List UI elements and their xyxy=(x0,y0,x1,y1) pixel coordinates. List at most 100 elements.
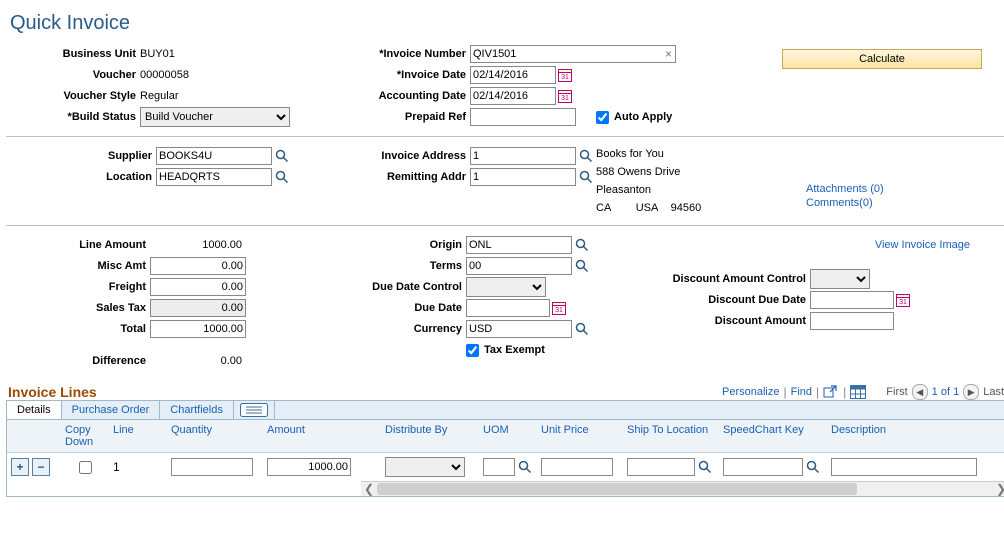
calculate-button[interactable]: Calculate xyxy=(782,49,982,69)
lookup-icon[interactable] xyxy=(579,149,593,163)
comments-link[interactable]: Comments(0) xyxy=(806,197,873,209)
build-status-select[interactable]: Build Voucher xyxy=(140,107,290,127)
attachments-link[interactable]: Attachments (0) xyxy=(806,183,884,195)
discount-due-date-input[interactable] xyxy=(810,291,894,309)
lookup-icon[interactable] xyxy=(275,149,289,163)
horizontal-scrollbar[interactable]: ❮ ❯ xyxy=(361,481,1004,496)
discount-amount-control-select[interactable] xyxy=(810,269,870,289)
speedchart-input[interactable] xyxy=(723,458,803,476)
zoom-icon[interactable] xyxy=(823,385,839,399)
lookup-icon[interactable] xyxy=(518,460,532,474)
lookup-icon[interactable] xyxy=(275,170,289,184)
addr-postal: 94560 xyxy=(671,202,702,214)
col-description[interactable]: Description xyxy=(827,420,1004,452)
tab-show-all-icon[interactable] xyxy=(234,401,275,419)
terms-input[interactable] xyxy=(466,257,572,275)
row-counter: 1 of 1 xyxy=(932,386,960,398)
personalize-link[interactable]: Personalize xyxy=(722,386,779,398)
remitting-addr-input[interactable] xyxy=(470,168,576,186)
prev-button[interactable]: ◀ xyxy=(912,384,928,400)
col-copy-down[interactable]: Copy Down xyxy=(61,420,109,452)
addr-state: CA xyxy=(596,202,611,214)
invoice-address-input[interactable] xyxy=(470,147,576,165)
addr-country: USA xyxy=(636,202,659,214)
scroll-left-button[interactable]: ❮ xyxy=(361,482,377,496)
col-unit-price[interactable]: Unit Price xyxy=(537,420,623,452)
currency-input[interactable] xyxy=(466,320,572,338)
auto-apply-checkbox[interactable] xyxy=(596,111,609,124)
due-date-label: Due Date xyxy=(286,302,466,314)
business-unit-value: BUY01 xyxy=(140,48,175,60)
difference-label: Difference xyxy=(6,355,150,367)
view-invoice-image-link[interactable]: View Invoice Image xyxy=(875,239,970,251)
invoice-lines-title: Invoice Lines xyxy=(8,384,97,400)
due-date-control-select[interactable] xyxy=(466,277,546,297)
discount-amount-control-label: Discount Amount Control xyxy=(626,273,810,285)
discount-amount-input[interactable] xyxy=(810,312,894,330)
grid-download-icon[interactable] xyxy=(850,385,866,399)
col-uom[interactable]: UOM xyxy=(479,420,537,452)
misc-amt-input[interactable] xyxy=(150,257,246,275)
invoice-number-input[interactable] xyxy=(470,45,676,63)
lookup-icon[interactable] xyxy=(575,238,589,252)
add-row-button[interactable]: + xyxy=(11,458,29,476)
col-line[interactable]: Line xyxy=(109,420,167,452)
tab-purchase-order[interactable]: Purchase Order xyxy=(62,401,161,419)
addr-line1: 588 Owens Drive xyxy=(596,163,806,181)
origin-input[interactable] xyxy=(466,236,572,254)
unit-price-input[interactable] xyxy=(541,458,613,476)
invoice-date-input[interactable] xyxy=(470,66,556,84)
sales-tax-label: Sales Tax xyxy=(6,302,150,314)
freight-label: Freight xyxy=(6,281,150,293)
calendar-icon[interactable] xyxy=(552,301,566,315)
col-quantity[interactable]: Quantity xyxy=(167,420,263,452)
uom-input[interactable] xyxy=(483,458,515,476)
next-button[interactable]: ▶ xyxy=(963,384,979,400)
last-label: Last xyxy=(983,386,1004,398)
sales-tax-input xyxy=(150,299,246,317)
description-input[interactable] xyxy=(831,458,977,476)
addr-name: Books for You xyxy=(596,145,806,163)
calendar-icon[interactable] xyxy=(558,68,572,82)
lookup-icon[interactable] xyxy=(698,460,712,474)
due-date-control-label: Due Date Control xyxy=(286,281,466,293)
quantity-input[interactable] xyxy=(171,458,253,476)
lookup-icon[interactable] xyxy=(579,170,593,184)
line-amount-value: 1000.00 xyxy=(150,239,242,251)
calendar-icon[interactable] xyxy=(896,293,910,307)
due-date-input[interactable] xyxy=(466,299,550,317)
freight-input[interactable] xyxy=(150,278,246,296)
origin-label: Origin xyxy=(286,239,466,251)
calendar-icon[interactable] xyxy=(558,89,572,103)
discount-amount-label: Discount Amount xyxy=(626,315,810,327)
accounting-date-input[interactable] xyxy=(470,87,556,105)
ship-to-input[interactable] xyxy=(627,458,695,476)
copy-down-checkbox[interactable] xyxy=(79,461,92,474)
accounting-date-label: Accounting Date xyxy=(366,90,470,102)
col-ship-to[interactable]: Ship To Location xyxy=(623,420,719,452)
col-speedchart[interactable]: SpeedChart Key xyxy=(719,420,827,452)
col-distribute-by[interactable]: Distribute By xyxy=(381,420,479,452)
prepaid-ref-input[interactable] xyxy=(470,108,576,126)
lookup-icon[interactable] xyxy=(575,259,589,273)
clear-icon[interactable]: × xyxy=(665,47,672,61)
scroll-thumb[interactable] xyxy=(377,483,857,495)
voucher-style-value: Regular xyxy=(140,90,179,102)
lookup-icon[interactable] xyxy=(806,460,820,474)
lookup-icon[interactable] xyxy=(575,322,589,336)
col-amount[interactable]: Amount xyxy=(263,420,381,452)
difference-value: 0.00 xyxy=(150,355,242,367)
amount-input[interactable] xyxy=(267,458,351,476)
find-link[interactable]: Find xyxy=(791,386,812,398)
distribute-by-select[interactable] xyxy=(385,457,465,477)
supplier-input[interactable] xyxy=(156,147,272,165)
total-input[interactable] xyxy=(150,320,246,338)
scroll-right-button[interactable]: ❯ xyxy=(993,482,1004,496)
business-unit-label: Business Unit xyxy=(6,48,140,60)
tab-details[interactable]: Details xyxy=(7,401,62,419)
currency-label: Currency xyxy=(286,323,466,335)
delete-row-button[interactable]: − xyxy=(32,458,50,476)
location-input[interactable] xyxy=(156,168,272,186)
tab-chartfields[interactable]: Chartfields xyxy=(160,401,234,419)
tax-exempt-checkbox[interactable] xyxy=(466,344,479,357)
